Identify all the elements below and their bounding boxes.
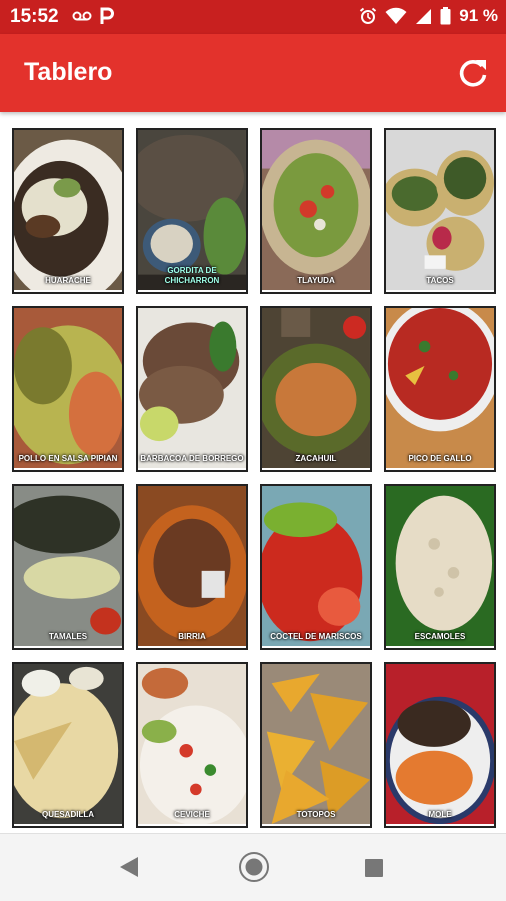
dish-tile-birria[interactable]: BIRRIA — [136, 484, 248, 650]
dish-label: TOTOPOS — [296, 810, 336, 819]
dish-photo — [138, 664, 246, 825]
dish-photo — [262, 486, 370, 647]
dish-photo — [138, 486, 246, 647]
dish-label: ESCAMOLES — [414, 632, 466, 641]
dish-label: BIRRIA — [178, 632, 206, 641]
dish-tile-mole[interactable]: MOLE — [384, 662, 496, 828]
dish-photo — [138, 308, 246, 469]
dish-label: COCTEL DE MARISCOS — [270, 632, 362, 641]
dish-label: BARBACOA DE BORREGO — [140, 454, 244, 463]
signal-icon — [416, 8, 432, 24]
dish-label: CEVICHE — [174, 810, 210, 819]
status-time: 15:52 — [10, 6, 59, 27]
recent-apps-square-icon[interactable] — [364, 858, 384, 878]
system-nav-bar — [0, 833, 506, 901]
dish-tile-coctel[interactable]: COCTEL DE MARISCOS — [260, 484, 372, 650]
dish-photo — [386, 664, 494, 825]
home-circle-icon[interactable] — [238, 851, 270, 883]
dish-tile-escamoles[interactable]: ESCAMOLES — [384, 484, 496, 650]
dish-photo — [386, 130, 494, 291]
dish-photo — [262, 130, 370, 291]
alarm-icon — [360, 7, 377, 24]
back-triangle-icon[interactable] — [118, 856, 140, 878]
dish-tile-totopos[interactable]: TOTOPOS — [260, 662, 372, 828]
dish-label: TACOS — [426, 276, 454, 285]
dish-tile-pollo-pipian[interactable]: POLLO EN SALSA PIPIAN — [12, 306, 124, 472]
dish-tile-zacahuil[interactable]: ZACAHUIL — [260, 306, 372, 472]
dish-tile-tlayuda[interactable]: TLAYUDA — [260, 128, 372, 294]
dish-tile-huarache[interactable]: HUARACHE — [12, 128, 124, 294]
battery-percent: 91 % — [459, 6, 498, 25]
status-bar: 15:52 91 % — [0, 0, 506, 34]
dish-photo — [262, 664, 370, 825]
dish-photo — [386, 486, 494, 647]
dish-label: MOLE — [428, 810, 452, 819]
dish-grid: HUARACHE GORDITA DE CHICHARRON TLAYUDA T… — [12, 128, 498, 828]
app-bar: Tablero — [0, 34, 506, 112]
dish-label: ZACAHUIL — [295, 454, 337, 463]
dish-photo — [386, 308, 494, 469]
dish-tile-pico-de-gallo[interactable]: PICO DE GALLO — [384, 306, 496, 472]
status-left-icons — [72, 7, 114, 25]
dish-tile-barbacoa[interactable]: BARBACOA DE BORREGO — [136, 306, 248, 472]
dish-label: PICO DE GALLO — [408, 454, 472, 463]
dish-label: POLLO EN SALSA PIPIAN — [18, 454, 118, 463]
dish-photo — [14, 664, 122, 825]
status-right: 91 % — [359, 6, 498, 26]
dish-label: TAMALES — [48, 632, 88, 641]
dish-tile-tacos[interactable]: TACOS — [384, 128, 496, 294]
dish-label: QUESADILLA — [42, 810, 94, 819]
dish-tile-gordita[interactable]: GORDITA DE CHICHARRON — [136, 128, 248, 294]
dish-photo — [14, 486, 122, 647]
wifi-icon — [385, 7, 407, 24]
dish-label: GORDITA DE CHICHARRON — [164, 266, 220, 285]
voicemail-icon — [72, 11, 92, 21]
dish-tile-tamales[interactable]: TAMALES — [12, 484, 124, 650]
dish-tile-ceviche[interactable]: CEVICHE — [136, 662, 248, 828]
dish-photo — [14, 130, 122, 291]
dish-label: HUARACHE — [45, 276, 91, 285]
app-title: Tablero — [24, 58, 113, 86]
dish-label: TLAYUDA — [297, 276, 335, 285]
dish-photo — [14, 308, 122, 469]
dish-tile-quesadilla[interactable]: QUESADILLA — [12, 662, 124, 828]
refresh-icon[interactable] — [456, 56, 490, 90]
battery-icon — [440, 7, 451, 25]
parking-p-icon — [100, 7, 114, 24]
dish-photo — [262, 308, 370, 469]
